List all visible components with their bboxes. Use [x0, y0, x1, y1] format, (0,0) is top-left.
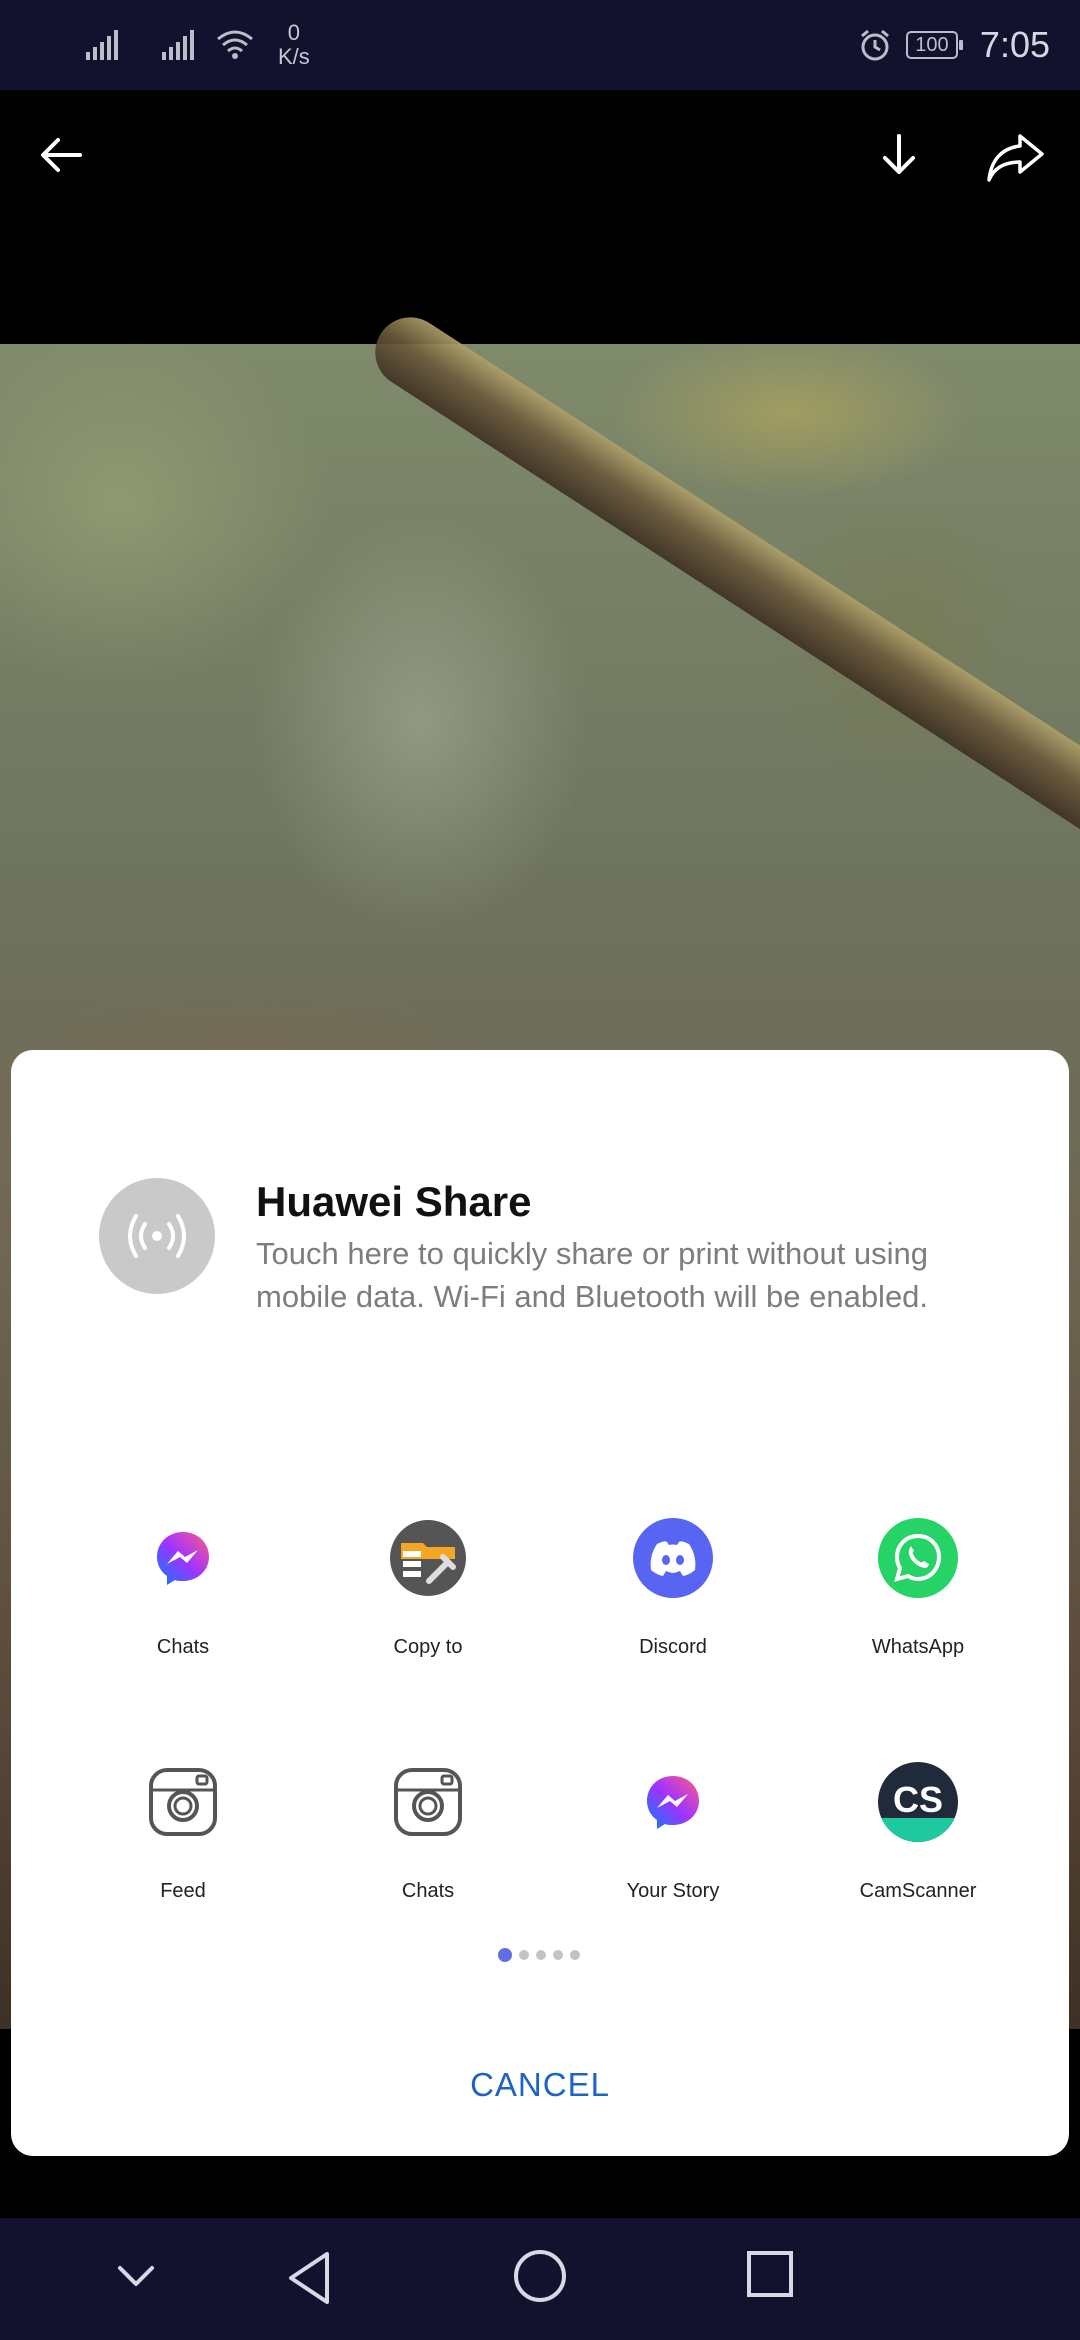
chevron-down-icon[interactable]: [112, 2256, 160, 2296]
share-target-your-story[interactable]: Your Story: [573, 1762, 773, 1903]
huawei-share-option[interactable]: Huawei Share Touch here to quickly share…: [99, 1178, 999, 1314]
network-speed-value: 0: [287, 20, 301, 45]
battery-indicator: 100: [905, 31, 963, 59]
instagram-icon: [143, 1762, 223, 1842]
download-icon[interactable]: [874, 130, 924, 180]
network-speed: 0 K/s: [278, 21, 310, 69]
instagram-icon: [388, 1762, 468, 1842]
signal-icon: [162, 30, 194, 60]
share-target-camscanner[interactable]: CS CamScanner: [818, 1762, 1018, 1903]
whatsapp-icon: [878, 1518, 958, 1598]
share-target-whatsapp[interactable]: WhatsApp: [818, 1518, 1018, 1659]
share-target-label: CamScanner: [859, 1880, 977, 1902]
page-indicator: [498, 1948, 580, 1962]
signal-icon: [86, 30, 118, 60]
messenger-icon: [143, 1518, 223, 1598]
battery-level: 100: [915, 33, 949, 56]
share-target-label: Discord: [639, 1636, 707, 1658]
clock: 7:05: [979, 24, 1050, 65]
page-dot[interactable]: [570, 1950, 580, 1960]
page-dot-active[interactable]: [498, 1948, 512, 1962]
share-target-label: Your Story: [626, 1880, 720, 1902]
share-target-feed[interactable]: Feed: [83, 1762, 283, 1903]
huawei-share-title: Huawei Share: [256, 1178, 532, 1225]
huawei-share-description: Touch here to quickly share or print wit…: [256, 1236, 929, 1314]
share-arrow-icon[interactable]: [986, 130, 1046, 184]
status-right: 100 7:05: [858, 18, 1050, 72]
status-left: 0 K/s: [86, 18, 310, 72]
huawei-share-icon: [99, 1178, 215, 1294]
svg-text:CS: CS: [893, 1779, 943, 1820]
photo-branch: [361, 304, 1080, 853]
page-dot[interactable]: [519, 1950, 529, 1960]
share-target-label: Chats: [156, 1636, 210, 1658]
messenger-icon: [633, 1762, 713, 1842]
copy-to-icon: [388, 1518, 468, 1598]
back-triangle-icon[interactable]: [283, 2248, 337, 2308]
alarm-icon: [860, 29, 889, 61]
recents-square-icon[interactable]: [744, 2248, 796, 2300]
home-circle-icon[interactable]: [512, 2248, 568, 2304]
network-speed-unit: K/s: [278, 44, 310, 69]
system-navigation-bar: [0, 2218, 1080, 2340]
page-dot[interactable]: [536, 1950, 546, 1960]
image-viewer-toolbar: [0, 90, 1080, 345]
camscanner-icon: CS: [878, 1762, 958, 1842]
share-target-copy-to[interactable]: Copy to: [328, 1518, 528, 1659]
share-target-label: Copy to: [393, 1636, 463, 1658]
share-target-discord[interactable]: Discord: [573, 1518, 773, 1659]
share-target-label: Chats: [401, 1880, 455, 1902]
share-target-label: Feed: [160, 1880, 206, 1902]
share-sheet: Huawei Share Touch here to quickly share…: [11, 1050, 1069, 2156]
discord-icon: [633, 1518, 713, 1598]
share-target-chats[interactable]: Chats: [83, 1518, 283, 1659]
cancel-button[interactable]: CANCEL: [390, 2050, 690, 2120]
status-bar: 0 K/s 100 7:05: [0, 0, 1080, 90]
share-target-label: WhatsApp: [871, 1636, 965, 1658]
back-arrow-icon[interactable]: [36, 130, 86, 180]
page-dot[interactable]: [553, 1950, 563, 1960]
wifi-icon: [217, 30, 253, 59]
share-target-instagram-chats[interactable]: Chats: [328, 1762, 528, 1903]
